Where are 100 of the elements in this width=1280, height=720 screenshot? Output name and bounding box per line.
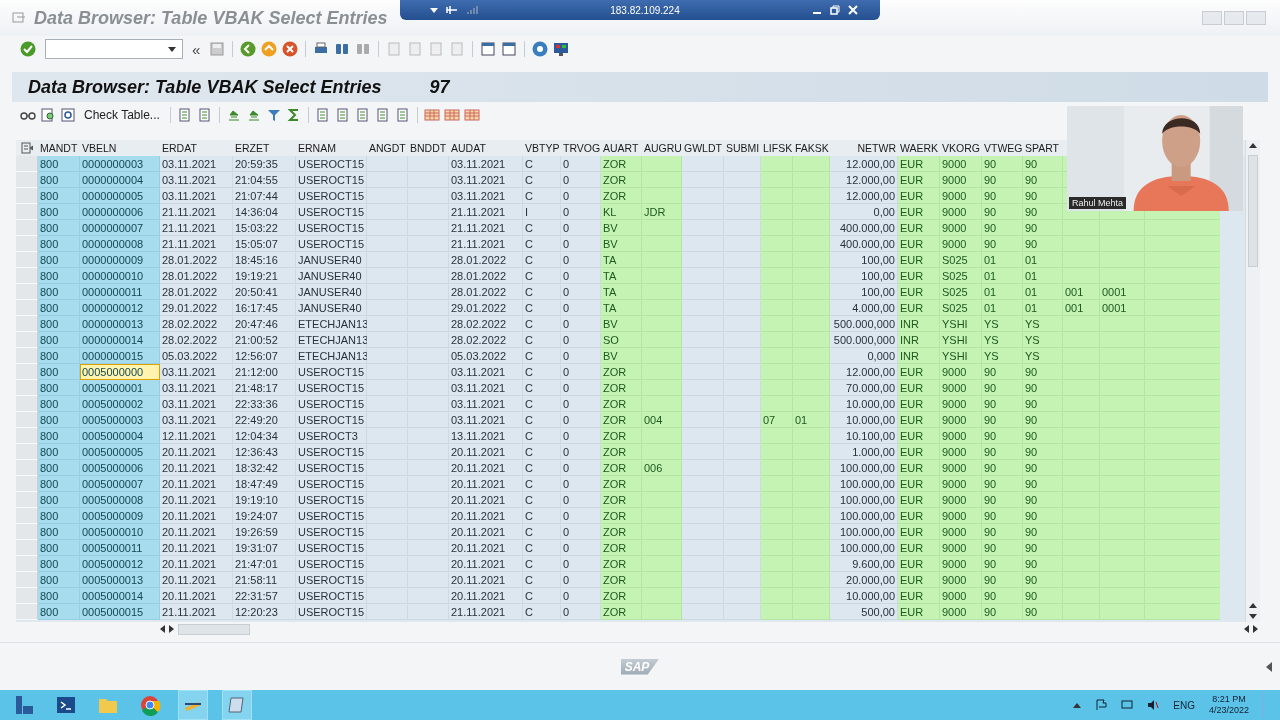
- horizontal-scrollbar-thumb[interactable]: [178, 623, 250, 635]
- find-icon[interactable]: [334, 41, 351, 57]
- vertical-scrollbar[interactable]: [1245, 140, 1260, 622]
- scroll-left-icon[interactable]: [160, 625, 165, 633]
- grid-icon[interactable]: [423, 107, 440, 123]
- input-language[interactable]: ENG: [1173, 699, 1195, 711]
- column-header[interactable]: TRVOG: [561, 140, 601, 156]
- notepad-icon[interactable]: [222, 690, 252, 720]
- last-page-icon[interactable]: [449, 41, 466, 57]
- minimize-button[interactable]: [1202, 11, 1222, 25]
- first-page-icon[interactable]: [386, 41, 403, 57]
- row-selector[interactable]: [16, 396, 38, 412]
- help-icon[interactable]: [532, 41, 549, 57]
- network-icon[interactable]: [1121, 699, 1134, 711]
- row-selector[interactable]: [16, 444, 38, 460]
- exit-icon[interactable]: [261, 41, 278, 57]
- enter-icon[interactable]: [20, 41, 36, 57]
- scroll-down-icon[interactable]: [1249, 614, 1257, 619]
- pin-icon[interactable]: [446, 5, 458, 15]
- row-selector[interactable]: [16, 348, 38, 364]
- row-selector[interactable]: [16, 204, 38, 220]
- grid-icon[interactable]: [463, 107, 480, 123]
- column-header[interactable]: ERZET: [233, 140, 296, 156]
- next-page-icon[interactable]: [428, 41, 445, 57]
- row-selector[interactable]: [16, 268, 38, 284]
- close-button[interactable]: [1246, 11, 1266, 25]
- previous-page-icon[interactable]: [407, 41, 424, 57]
- dropdown-icon[interactable]: [430, 7, 438, 13]
- expand-button[interactable]: «: [192, 40, 201, 58]
- command-field[interactable]: [45, 39, 183, 59]
- row-selector[interactable]: [16, 508, 38, 524]
- column-header[interactable]: LIFSK: [761, 140, 793, 156]
- row-selector[interactable]: [16, 188, 38, 204]
- row-selector[interactable]: [16, 476, 38, 492]
- row-selector[interactable]: [16, 604, 38, 620]
- column-header[interactable]: ANGDT: [367, 140, 408, 156]
- back-icon[interactable]: [240, 41, 257, 57]
- cancel-icon[interactable]: [282, 41, 299, 57]
- customize-icon[interactable]: [553, 41, 570, 57]
- column-header[interactable]: NETWR: [830, 140, 898, 156]
- column-header[interactable]: VBTYP: [523, 140, 561, 156]
- find-next-icon[interactable]: [355, 41, 372, 57]
- row-selector[interactable]: [16, 172, 38, 188]
- flag-icon[interactable]: [1095, 699, 1108, 711]
- window-menu-icon[interactable]: [12, 12, 26, 24]
- row-selector[interactable]: [16, 236, 38, 252]
- row-selector[interactable]: [16, 572, 38, 588]
- send-icon[interactable]: [374, 107, 391, 123]
- scroll-right-icon[interactable]: [1253, 625, 1258, 633]
- column-header[interactable]: AUDAT: [449, 140, 523, 156]
- copy-icon[interactable]: [314, 107, 331, 123]
- column-header[interactable]: SUBMI: [724, 140, 761, 156]
- column-header[interactable]: SPART: [1023, 140, 1063, 156]
- details-icon[interactable]: [40, 107, 56, 123]
- column-header[interactable]: AUART: [601, 140, 642, 156]
- row-selector[interactable]: [16, 556, 38, 572]
- row-selector[interactable]: [16, 332, 38, 348]
- column-header[interactable]: WAERK: [898, 140, 940, 156]
- shortcut-icon[interactable]: [501, 41, 518, 57]
- refresh-icon[interactable]: [60, 107, 76, 123]
- upload-icon[interactable]: [354, 107, 371, 123]
- check-table-button[interactable]: Check Table...: [80, 106, 164, 124]
- column-header[interactable]: AUGRU: [642, 140, 682, 156]
- row-selector[interactable]: [16, 300, 38, 316]
- column-header[interactable]: MANDT: [38, 140, 80, 156]
- row-selector[interactable]: [16, 252, 38, 268]
- column-header[interactable]: VKORG: [940, 140, 982, 156]
- column-header[interactable]: ERNAM: [296, 140, 367, 156]
- document-icon[interactable]: [196, 107, 213, 123]
- sap-logon-icon[interactable]: [178, 690, 208, 720]
- column-header[interactable]: VBELN: [80, 140, 160, 156]
- document-icon[interactable]: [176, 107, 193, 123]
- row-selector[interactable]: [16, 492, 38, 508]
- save-icon[interactable]: [209, 41, 226, 57]
- row-selector[interactable]: [16, 284, 38, 300]
- tray-expand-icon[interactable]: [1073, 702, 1082, 708]
- row-selector[interactable]: [16, 460, 38, 476]
- row-selector[interactable]: [16, 428, 38, 444]
- row-selector[interactable]: [16, 364, 38, 380]
- new-session-icon[interactable]: [480, 41, 497, 57]
- maximize-button[interactable]: [1224, 11, 1244, 25]
- column-header[interactable]: VTWEG: [982, 140, 1023, 156]
- row-selector[interactable]: [16, 540, 38, 556]
- row-selector[interactable]: [16, 380, 38, 396]
- column-header[interactable]: BNDDT: [408, 140, 449, 156]
- column-header[interactable]: FAKSK: [793, 140, 830, 156]
- status-toggle-icon[interactable]: [1266, 661, 1272, 672]
- row-selector[interactable]: [16, 316, 38, 332]
- vertical-scrollbar-thumb[interactable]: [1248, 155, 1258, 267]
- column-header[interactable]: ERDAT: [160, 140, 233, 156]
- speaker-icon[interactable]: [1147, 699, 1160, 711]
- scroll-up-icon[interactable]: [1249, 603, 1257, 608]
- grid-icon[interactable]: [443, 107, 460, 123]
- restore-icon[interactable]: [830, 5, 840, 15]
- row-selector[interactable]: [16, 524, 38, 540]
- row-selector[interactable]: [16, 412, 38, 428]
- scroll-up-icon[interactable]: [1249, 143, 1257, 148]
- close-icon[interactable]: [848, 5, 858, 15]
- row-selector[interactable]: [16, 588, 38, 604]
- scroll-left-icon[interactable]: [1244, 625, 1249, 633]
